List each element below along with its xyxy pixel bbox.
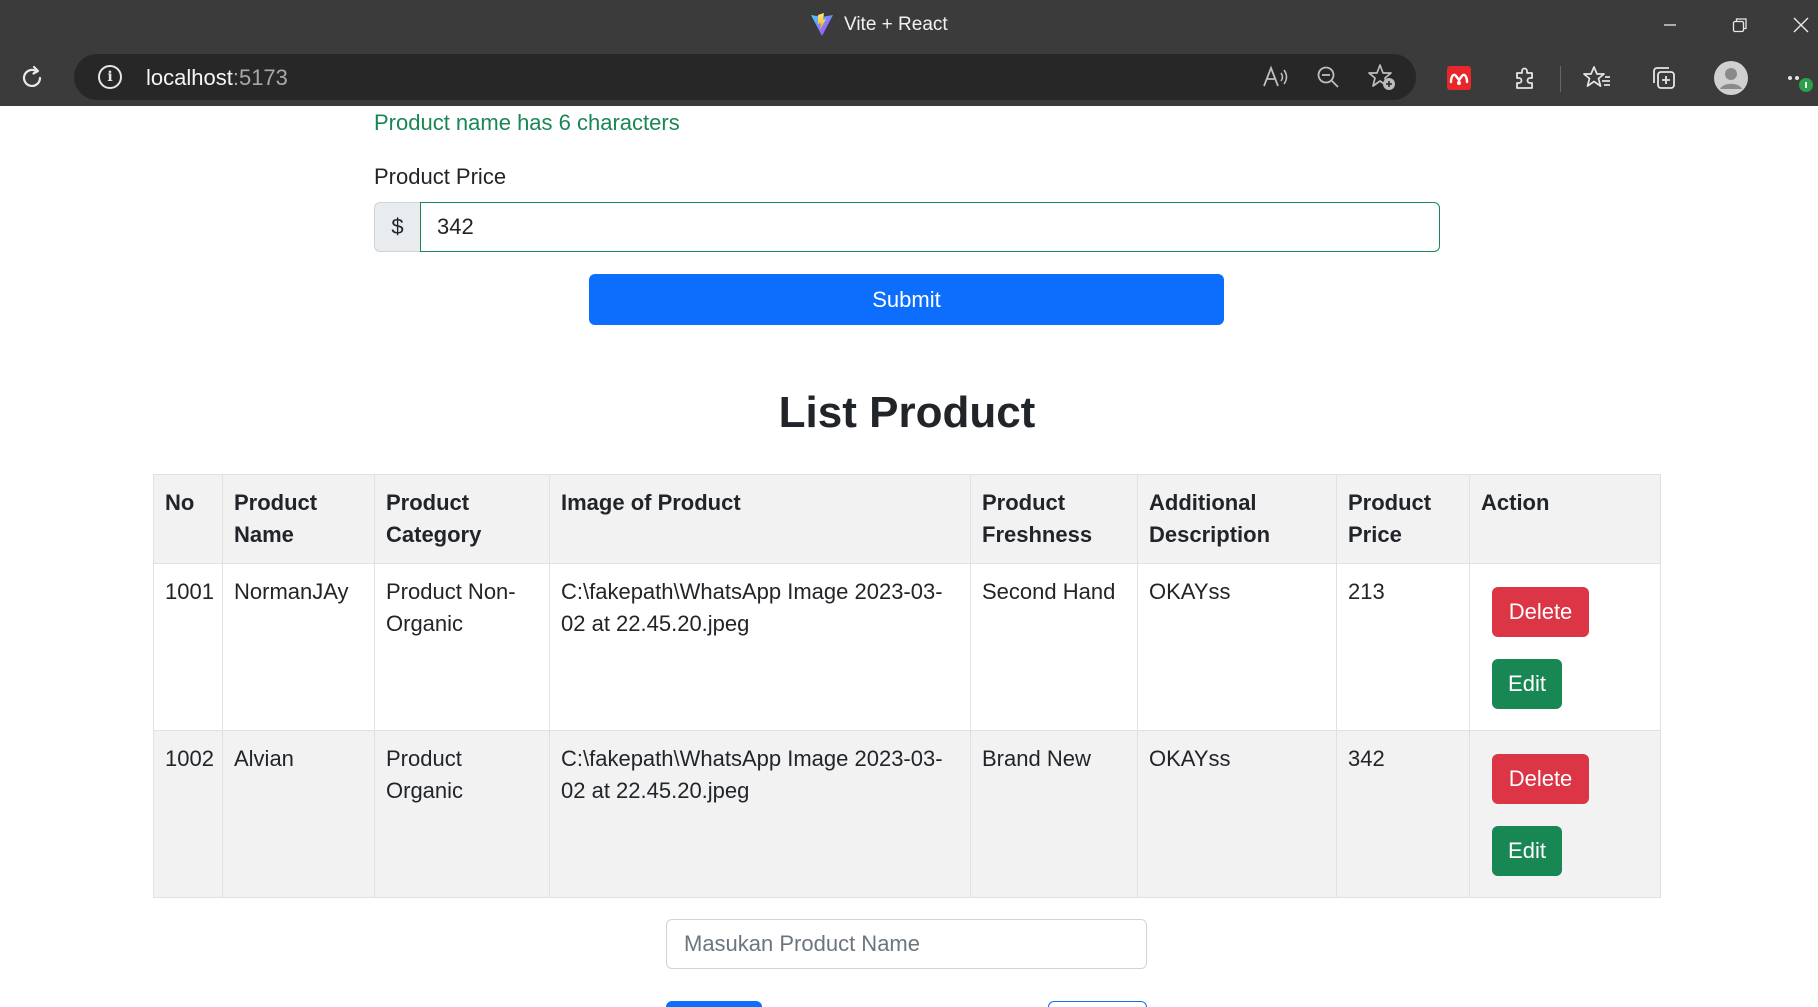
table-header-row: No Product Name Product Category Image o… (153, 474, 1661, 564)
favorites-icon (1583, 66, 1610, 87)
table-row: 1002 Alvian Product Organic C:\fakepath\… (153, 730, 1661, 898)
toolbar-divider (1560, 66, 1561, 92)
column-header-product-name: Product Name (222, 474, 375, 564)
puzzle-icon (1516, 67, 1533, 89)
url-port: :5173 (232, 65, 288, 90)
favorites-button[interactable] (1578, 60, 1616, 96)
list-product-title: List Product (778, 388, 1036, 437)
cell-product-name: NormanJAy (222, 563, 375, 731)
submit-button[interactable]: Submit (589, 274, 1224, 325)
browser-title-bar: Vite + React (0, 0, 1818, 50)
cell-action: Delete Edit (1469, 563, 1661, 731)
add-favorite-button[interactable] (1366, 62, 1398, 92)
tab-title: Vite + React (810, 12, 948, 38)
product-price-input-group: $ (374, 202, 1440, 252)
search-product-name-input[interactable] (666, 919, 1147, 969)
cell-action: Delete Edit (1469, 730, 1661, 898)
page-content: Product name has 6 characters Product Pr… (0, 106, 1818, 1007)
cell-product-price: 213 (1336, 563, 1470, 731)
cell-image-of-product: C:\fakepath\WhatsApp Image 2023-03-02 at… (549, 730, 971, 898)
vite-logo-icon (811, 13, 833, 36)
cell-no: 1002 (153, 730, 223, 898)
read-aloud-icon (1263, 65, 1288, 87)
column-header-product-price: Product Price (1336, 474, 1470, 564)
cell-no: 1001 (153, 563, 223, 731)
settings-more-button[interactable] (1780, 60, 1818, 96)
cell-product-category: Product Organic (374, 730, 550, 898)
reload-icon (22, 65, 42, 87)
column-header-product-freshness: Product Freshness (970, 474, 1138, 564)
edit-button[interactable]: Edit (1492, 659, 1562, 709)
site-info-icon[interactable]: i (98, 65, 122, 89)
restore-icon (1732, 18, 1747, 33)
table-row: 1001 NormanJAy Product Non-Organic C:\fa… (153, 563, 1661, 731)
browser-toolbar: i localhost:5173 (0, 50, 1818, 106)
cell-product-freshness: Brand New (970, 730, 1138, 898)
close-window-button[interactable] (1784, 8, 1818, 42)
minimize-icon (1664, 24, 1676, 26)
extension-mendeley-button[interactable] (1440, 60, 1478, 96)
extensions-button[interactable] (1506, 60, 1544, 96)
cell-product-name: Alvian (222, 730, 375, 898)
delete-button[interactable]: Delete (1492, 754, 1589, 804)
column-header-additional-description: Additional Description (1137, 474, 1337, 564)
tab-title-text: Vite + React (844, 14, 948, 35)
read-aloud-button[interactable] (1260, 62, 1292, 92)
cell-product-category: Product Non-Organic (374, 563, 550, 731)
product-price-label: Product Price (374, 164, 507, 189)
url-host: localhost (146, 65, 233, 90)
edit-button[interactable]: Edit (1492, 826, 1562, 876)
reload-button[interactable] (14, 60, 50, 96)
address-bar[interactable]: i localhost:5173 (74, 54, 1416, 100)
zoom-out-icon (1317, 66, 1339, 88)
cell-product-freshness: Second Hand (970, 563, 1138, 731)
url-text[interactable]: localhost:5173 (146, 65, 288, 91)
cell-additional-description: OKAYss (1137, 730, 1337, 898)
column-header-image-of-product: Image of Product (549, 474, 971, 564)
avatar-icon (1714, 61, 1748, 95)
mendeley-extension-icon (1447, 66, 1471, 90)
column-header-product-category: Product Category (374, 474, 550, 564)
cell-image-of-product: C:\fakepath\WhatsApp Image 2023-03-02 at… (549, 563, 971, 731)
star-add-icon (1368, 64, 1395, 90)
outline-button-partial[interactable] (1048, 1001, 1147, 1007)
restore-button[interactable] (1718, 8, 1762, 42)
product-table: No Product Name Product Category Image o… (153, 474, 1661, 898)
product-name-valid-feedback: Product name has 6 characters (374, 110, 680, 135)
collections-icon (1653, 67, 1675, 89)
minimize-button[interactable] (1648, 8, 1692, 42)
delete-button[interactable]: Delete (1492, 587, 1589, 637)
product-price-input[interactable] (420, 202, 1440, 252)
search-button-partial[interactable] (666, 1001, 762, 1007)
close-icon (1793, 17, 1809, 33)
more-menu-icon (1788, 76, 1813, 92)
currency-addon: $ (374, 202, 420, 252)
column-header-action: Action (1469, 474, 1661, 564)
zoom-out-button[interactable] (1312, 62, 1344, 92)
column-header-no: No (153, 474, 223, 564)
collections-button[interactable] (1645, 60, 1683, 96)
profile-button[interactable] (1712, 60, 1750, 96)
cell-product-price: 342 (1336, 730, 1470, 898)
cell-additional-description: OKAYss (1137, 563, 1337, 731)
